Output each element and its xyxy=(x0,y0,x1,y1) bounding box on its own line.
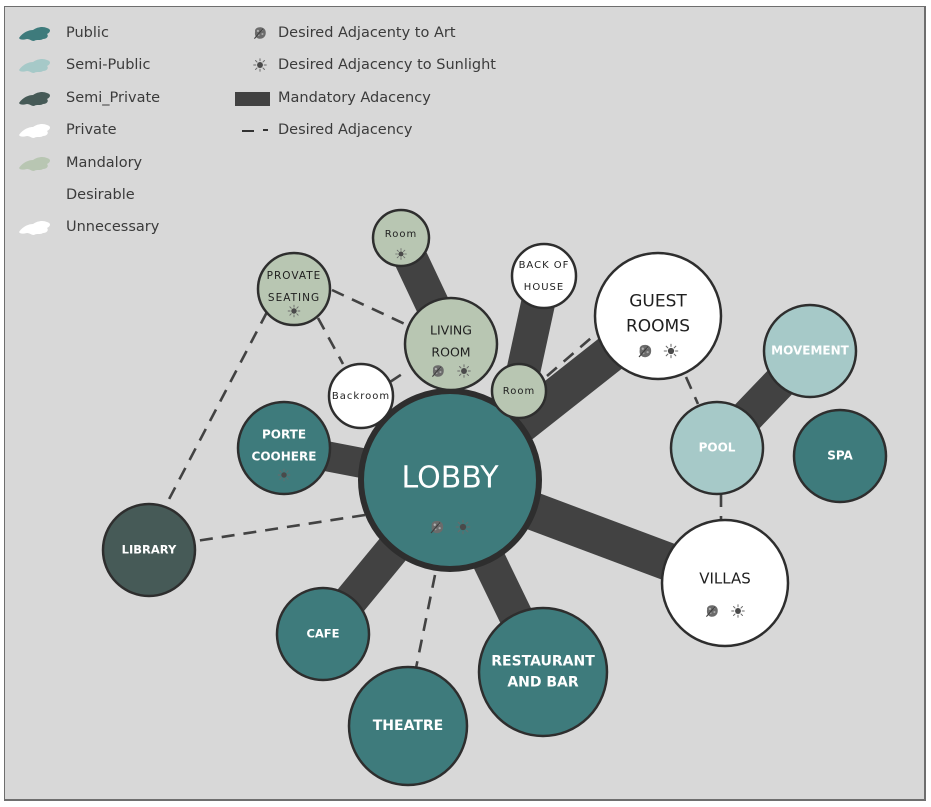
node-backroom[interactable]: Backroom xyxy=(327,362,395,430)
node-label-library: LIBRARY xyxy=(122,543,177,557)
desired-adjacency-guest-rooms-pool xyxy=(684,376,700,405)
node-spa[interactable]: SPA xyxy=(792,408,888,504)
node-label-back-of-house: BACK OF xyxy=(519,260,570,271)
node-circle-provate-seating[interactable] xyxy=(256,251,332,327)
node-circle-back-of-house[interactable] xyxy=(510,242,578,310)
sun-icon xyxy=(395,248,407,260)
node-circle-restaurant-and-bar[interactable] xyxy=(477,606,609,738)
sun-icon xyxy=(731,604,745,618)
desired-adjacency-lobby-library xyxy=(195,513,366,543)
node-label-villas: VILLAS xyxy=(699,570,751,588)
node-label-porte-coohere: COOHERE xyxy=(252,450,317,464)
art-icon xyxy=(638,344,652,358)
desired-adjacency-provate-seating-backroom xyxy=(316,317,345,365)
node-label-back-of-house: HOUSE xyxy=(524,282,564,293)
node-theatre[interactable]: THEATRE xyxy=(347,665,469,787)
node-label-movement: MOVEMENT xyxy=(771,344,849,358)
node-back-of-house[interactable]: BACK OF HOUSE xyxy=(510,242,578,310)
node-label-restaurant-and-bar: RESTAURANT xyxy=(491,654,595,670)
node-label-provate-seating: PROVATE xyxy=(267,270,322,282)
node-library[interactable]: LIBRARY xyxy=(101,502,197,598)
sun-icon xyxy=(455,519,471,535)
node-label-porte-coohere: PORTE xyxy=(262,428,306,442)
node-label-spa: SPA xyxy=(827,449,853,463)
sun-icon xyxy=(287,304,301,318)
bubble-diagram: LOBBY GUEST ROOMS LIVING ROOM VILLAS PROVATE SE… xyxy=(101,208,888,787)
art-icon xyxy=(431,364,445,378)
node-label-theatre: THEATRE xyxy=(373,718,443,734)
desired-adjacency-provate-seating-living-room xyxy=(331,288,408,327)
node-pool[interactable]: POOL xyxy=(669,400,765,496)
sun-icon xyxy=(663,343,679,359)
node-living-room[interactable]: LIVING ROOM xyxy=(403,296,499,392)
node-label-lobby: LOBBY xyxy=(401,461,499,496)
node-guest-rooms[interactable]: GUEST ROOMS xyxy=(593,251,723,381)
node-porte-coohere[interactable]: PORTE COOHERE xyxy=(236,400,332,496)
sun-icon xyxy=(457,364,471,378)
desired-adjacency-lobby-theatre xyxy=(414,574,437,669)
nodes-layer: LOBBY GUEST ROOMS LIVING ROOM VILLAS PROVATE SE… xyxy=(101,208,888,787)
node-label-living-room: ROOM xyxy=(431,345,470,360)
node-label-restaurant-and-bar: AND BAR xyxy=(507,675,579,691)
node-provate-seating[interactable]: PROVATE SEATING xyxy=(256,251,332,327)
node-cafe[interactable]: CAFE xyxy=(275,586,371,682)
node-villas[interactable]: VILLAS xyxy=(660,518,790,648)
node-label-provate-seating: SEATING xyxy=(268,292,320,304)
node-label-cafe: CAFE xyxy=(306,627,339,641)
node-room-small[interactable]: Room xyxy=(490,362,548,420)
node-movement[interactable]: MOVEMENT xyxy=(762,303,858,399)
node-label-living-room: LIVING xyxy=(430,323,472,338)
node-label-room-top: Room xyxy=(385,229,417,240)
node-restaurant-and-bar[interactable]: RESTAURANT AND BAR xyxy=(477,606,609,738)
node-label-backroom: Backroom xyxy=(332,391,390,402)
desired-adjacency-backroom-living-room xyxy=(389,370,406,384)
node-label-room-small: Room xyxy=(503,386,535,397)
art-icon xyxy=(705,604,719,618)
node-label-guest-rooms: GUEST xyxy=(629,292,687,312)
node-label-pool: POOL xyxy=(699,441,736,455)
art-icon xyxy=(430,520,444,534)
node-room-top[interactable]: Room xyxy=(371,208,431,268)
node-label-guest-rooms: ROOMS xyxy=(626,317,690,337)
sun-icon xyxy=(277,468,291,482)
